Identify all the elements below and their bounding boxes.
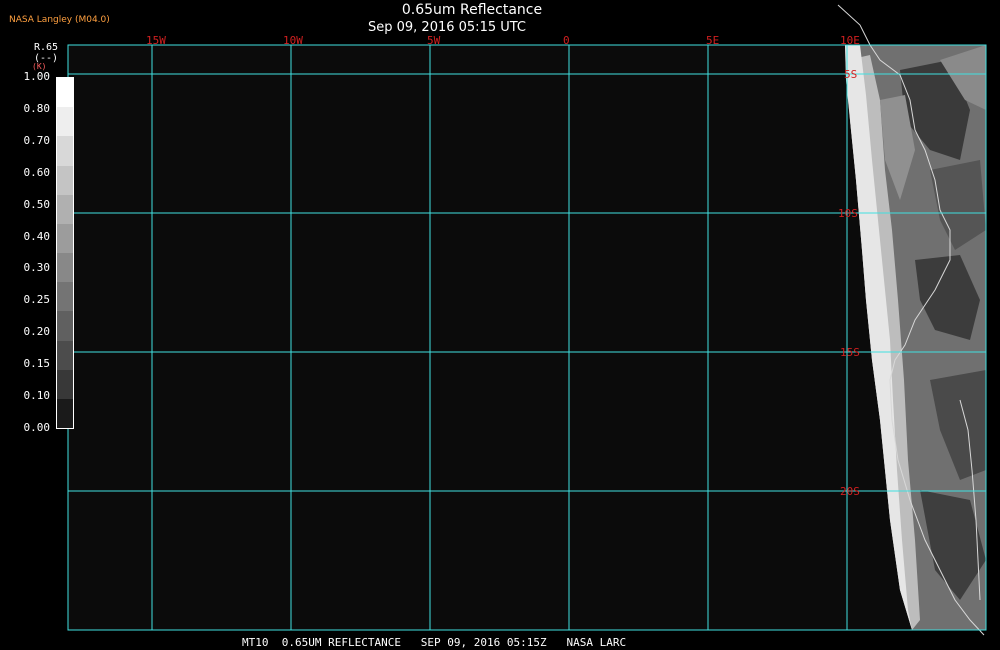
colorbar-segment [57, 78, 73, 108]
lon-label-0: 0 [563, 34, 570, 47]
colorbar-tick-label: 0.00 [23, 420, 51, 434]
lon-label-5w: 5W [427, 34, 441, 47]
colorbar-tick-label: 0.25 [23, 293, 51, 307]
colorbar-segment [57, 194, 73, 224]
colorbar-segment [57, 223, 73, 254]
colorbar-segment [57, 398, 73, 429]
colorbar-segment [57, 369, 73, 399]
colorbar-tick-label: 0.20 [23, 325, 51, 339]
colorbar-tick-label: 0.60 [23, 165, 51, 179]
lat-label-10s: 10S [838, 207, 858, 220]
lon-label-5e: 5E [706, 34, 719, 47]
colorbar-segment [57, 136, 73, 166]
lon-label-10w: 10W [283, 34, 303, 47]
colorbar-tick-label: 0.30 [23, 261, 51, 275]
colorbar-segment [57, 311, 73, 341]
colorbar [56, 77, 74, 429]
lat-label-20s: 20S [840, 485, 860, 498]
colorbar-tick-label: 0.10 [23, 389, 51, 402]
lon-label-15w: 15W [146, 34, 166, 47]
colorbar-segment [57, 107, 73, 137]
lat-label-15s: 15S [840, 346, 860, 359]
colorbar-tick-label: 0.40 [23, 229, 51, 243]
colorbar-segment [57, 340, 73, 370]
lat-label-5s: 5S [844, 68, 857, 81]
colorbar-segment [57, 282, 73, 312]
legend-variable: R.65 [34, 42, 59, 53]
lon-label-10e: 10E [840, 34, 860, 47]
colorbar-tick-label: 0.80 [23, 101, 51, 115]
colorbar-tick-label: 0.50 [23, 197, 51, 211]
colorbar-segment [57, 253, 73, 283]
satellite-map: 15W 10W 5W 0 5E 10E 5S 10S 15S 20S [67, 4, 987, 636]
footer-caption: MT10 0.65UM REFLECTANCE SEP 09, 2016 05:… [242, 636, 627, 649]
colorbar-tick-label: 0.15 [23, 357, 51, 371]
colorbar-segment [57, 165, 73, 195]
colorbar-tick-label: 0.70 [23, 133, 51, 147]
ocean-area [68, 45, 986, 630]
colorbar-tick-label: 1.00 [23, 70, 51, 83]
